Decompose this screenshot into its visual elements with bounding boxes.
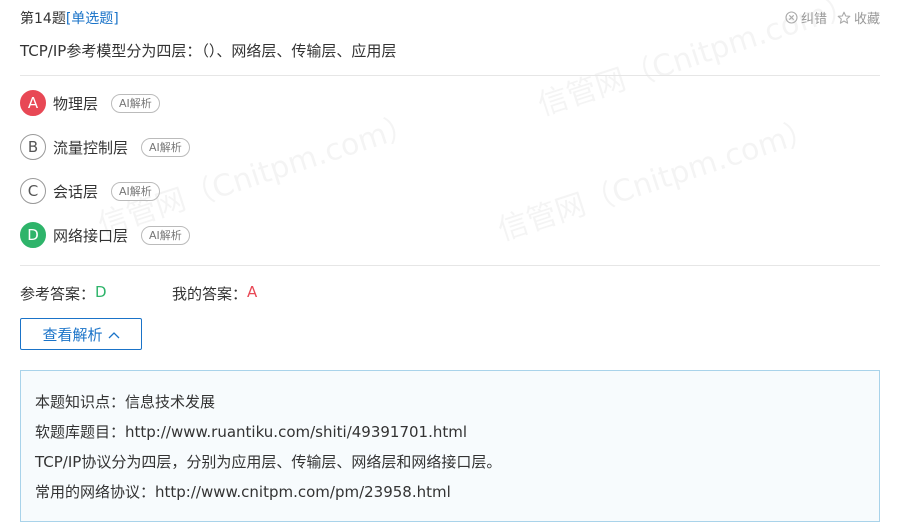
option-letter-d: D (20, 222, 46, 248)
my-answer-label: 我的答案： (172, 285, 248, 303)
report-error-label: 纠错 (800, 12, 827, 27)
reference-answer-label: 参考答案： (20, 285, 96, 303)
knowledge-point: 本题知识点：信息技术发展 (35, 393, 216, 411)
favorite-label: 收藏 (853, 12, 880, 27)
chevron-up-icon (108, 325, 120, 343)
question-number: 第14题[单选题] (20, 8, 119, 28)
view-analysis-label: 查看解析 (42, 325, 103, 344)
view-analysis-button[interactable]: 查看解析 (20, 318, 142, 350)
analysis-text: TCP/IP协议分为四层，分别为应用层、传输层、网络层和网络接口层。 (35, 453, 502, 471)
watermark-text: 信管网（Cnitpm.com） (491, 105, 821, 249)
option-letter-a: A (20, 90, 46, 116)
option-letter-b: B (20, 134, 46, 160)
ai-analysis-tag-b[interactable]: AI解析 (141, 137, 190, 157)
report-error-icon (785, 11, 798, 24)
option-c[interactable]: C 会话层 AI解析 (20, 177, 160, 205)
question-stem: TCP/IP参考模型分为四层：（）、网络层、传输层、应用层 (20, 42, 397, 60)
my-answer: 我的答案： A (172, 283, 257, 304)
my-answer-value: A (247, 283, 258, 301)
option-letter-c: C (20, 178, 46, 204)
ai-analysis-tag-c[interactable]: AI解析 (111, 181, 160, 201)
option-text-a: 物理层 (53, 94, 99, 113)
reference-answer-value: D (95, 283, 107, 301)
answer-summary: 参考答案： D 我的答案： A (20, 283, 257, 304)
analysis-panel: 本题知识点：信息技术发展 软题库题目：http://www.ruantiku.c… (20, 370, 880, 522)
source-link[interactable]: 软题库题目：http://www.ruantiku.com/shiti/4939… (35, 417, 865, 447)
divider (20, 265, 880, 266)
option-d[interactable]: D 网络接口层 AI解析 (20, 221, 190, 249)
option-text-d: 网络接口层 (53, 226, 129, 245)
option-a[interactable]: A 物理层 AI解析 (20, 89, 160, 117)
reference-answer: 参考答案： D (20, 283, 172, 304)
option-text-c: 会话层 (53, 182, 99, 201)
option-text-b: 流量控制层 (53, 138, 129, 157)
divider (20, 75, 880, 76)
ai-analysis-tag-a[interactable]: AI解析 (111, 93, 160, 113)
question-type-link[interactable]: [单选题] (66, 11, 119, 27)
favorite-button[interactable]: 收藏 (837, 8, 880, 27)
ai-analysis-tag-d[interactable]: AI解析 (141, 225, 190, 245)
question-tools: 纠错 收藏 (785, 8, 880, 27)
option-b[interactable]: B 流量控制层 AI解析 (20, 133, 190, 161)
question-number-label: 第14题 (20, 11, 66, 27)
question-header: 第14题[单选题] 纠错 收藏 (20, 8, 880, 30)
protocol-link[interactable]: 常用的网络协议：http://www.cnitpm.com/pm/23958.h… (35, 477, 865, 507)
report-error-button[interactable]: 纠错 (785, 8, 827, 27)
star-icon (837, 11, 851, 25)
